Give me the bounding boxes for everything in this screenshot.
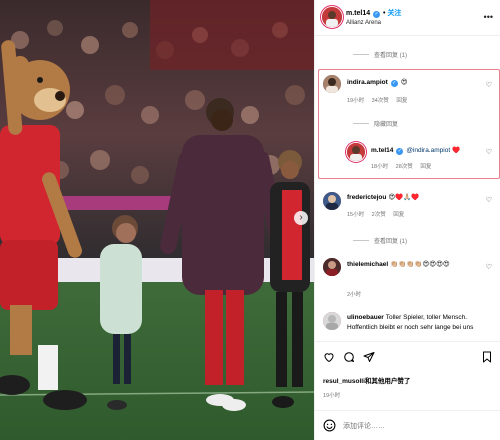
stadium-photo-illustration	[0, 0, 314, 440]
verified-badge-icon: ✓	[396, 148, 404, 155]
comment-username[interactable]: frederictejou	[347, 194, 386, 201]
view-replies-label: 查看回复 (1)	[374, 53, 408, 59]
follow-button[interactable]: 关注	[387, 10, 401, 17]
comment-likes[interactable]: 34次赞	[372, 98, 389, 104]
author-username[interactable]: m.tel14	[346, 10, 370, 17]
add-comment-bar: 添加评论……	[315, 410, 500, 440]
comment-text: 😍	[400, 79, 408, 86]
comment-time: 2小时	[347, 292, 362, 298]
paper-plane-icon[interactable]	[363, 351, 375, 363]
comment-username[interactable]: ulinoebauer	[347, 314, 384, 321]
reply-username[interactable]: m.tel14	[371, 147, 393, 154]
header-user-line: m.tel14 ✓ • 关注	[346, 8, 401, 18]
instagram-post-view: › m.tel14 ✓ • 关注 Allianz Arena ••• 查看回复 …	[0, 0, 500, 440]
comment-time: 19小时	[347, 98, 365, 104]
post-photo[interactable]: ›	[0, 0, 314, 440]
heart-outline-icon[interactable]	[323, 351, 335, 363]
reply-mention-link[interactable]: @indira.ampiot	[406, 147, 450, 154]
reply-meta: 18小时 28次赞 回复	[371, 162, 437, 170]
header-separator: •	[383, 10, 386, 17]
reply-button[interactable]: 回复	[420, 164, 431, 170]
add-comment-input[interactable]: 添加评论……	[343, 421, 385, 431]
comment-meta: 2小时	[347, 290, 367, 298]
comment-time: 15小时	[347, 212, 365, 218]
comment-avatar[interactable]	[323, 192, 341, 210]
comment-avatar[interactable]	[323, 312, 341, 330]
likes-text: resul_musolli和其他用户赞了	[323, 378, 411, 385]
next-image-arrow-icon[interactable]: ›	[294, 211, 308, 225]
hide-replies-label: 隐藏回复	[374, 122, 399, 128]
view-replies-button[interactable]: 查看回复 (1)	[353, 50, 407, 59]
bookmark-icon[interactable]	[481, 351, 493, 363]
post-timestamp: 19小时	[323, 393, 341, 399]
author-avatar[interactable]	[322, 7, 342, 27]
reply-time: 18小时	[371, 164, 389, 170]
comment-body: frederictejou 😍♥️🙏🏼♥️	[347, 193, 487, 201]
reply-button[interactable]: 回复	[393, 212, 404, 218]
post-header: m.tel14 ✓ • 关注 Allianz Arena •••	[315, 0, 500, 36]
comment-text: 😍♥️🙏🏼♥️	[388, 194, 420, 201]
replies-line-divider	[353, 240, 369, 241]
comment-meta: 15小时 2次赞 回复	[347, 210, 410, 218]
view-replies-label: 查看回复 (1)	[374, 239, 408, 245]
verified-badge-icon: ✓	[390, 80, 398, 87]
comment-body: ulinoebauer Toller Spieler, toller Mensc…	[347, 313, 489, 333]
comment-body: thielemichael 👏🏼👏🏼👏🏼👏🏼😍😍😍😍	[347, 260, 493, 268]
replies-line-divider	[353, 54, 369, 55]
comment-like-heart-icon[interactable]: ♡	[486, 81, 492, 89]
comment-body: indira.ampiot ✓ 😍	[347, 78, 487, 87]
reply-body: m.tel14 ✓ @indira.ampiot ♥️	[371, 146, 489, 155]
comment-meta: 19小时 34次赞 回复	[347, 96, 413, 104]
post-location[interactable]: Allianz Arena	[346, 20, 381, 26]
comment-bubble-icon[interactable]	[343, 351, 355, 363]
reply-like-heart-icon[interactable]: ♡	[486, 148, 492, 156]
reply-avatar[interactable]	[347, 143, 365, 161]
reply-text: ♥️	[452, 147, 461, 154]
action-bar	[315, 341, 500, 371]
comment-likes[interactable]: 2次赞	[372, 212, 386, 218]
comment-username[interactable]: indira.ampiot	[347, 79, 388, 86]
comment-avatar[interactable]	[323, 258, 341, 276]
comment-like-heart-icon[interactable]: ♡	[486, 196, 492, 204]
verified-badge-icon: ✓	[373, 11, 381, 18]
smiley-icon[interactable]	[323, 419, 336, 432]
likes-summary[interactable]: resul_musolli和其他用户赞了	[323, 375, 410, 385]
post-side-panel: m.tel14 ✓ • 关注 Allianz Arena ••• 查看回复 (1…	[314, 0, 500, 440]
more-options-icon[interactable]: •••	[484, 12, 493, 22]
view-replies-button[interactable]: 查看回复 (1)	[353, 236, 407, 245]
comment-username[interactable]: thielemichael	[347, 261, 388, 268]
hide-replies-button[interactable]: 隐藏回复	[353, 119, 398, 128]
reply-button[interactable]: 回复	[396, 98, 407, 104]
comment-avatar[interactable]	[323, 75, 341, 93]
reply-likes[interactable]: 28次赞	[396, 164, 413, 170]
replies-line-divider	[353, 123, 369, 124]
comment-text: 👏🏼👏🏼👏🏼👏🏼😍😍😍😍	[390, 261, 450, 268]
comment-like-heart-icon[interactable]: ♡	[486, 263, 492, 271]
